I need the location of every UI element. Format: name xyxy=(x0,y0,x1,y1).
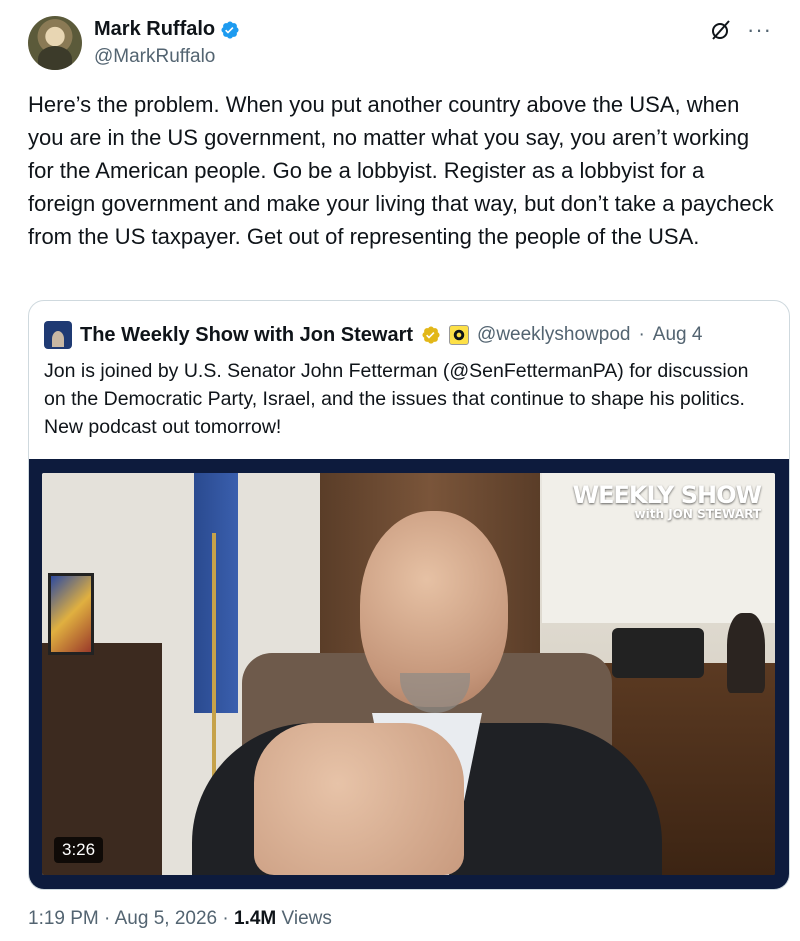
quoted-author-handle[interactable]: @weeklyshowpod xyxy=(477,324,630,346)
footer-separator: · xyxy=(222,908,234,929)
quoted-author-avatar[interactable] xyxy=(44,321,72,349)
gold-verified-badge-icon xyxy=(422,326,440,344)
show-logo-main: WEEKLY SHOW xyxy=(572,481,762,509)
author-name[interactable]: Mark Ruffalo xyxy=(94,18,215,41)
views-label: Views xyxy=(281,908,332,929)
quoted-tweet-text: Jon is joined by U.S. Senator John Fette… xyxy=(44,360,749,438)
author-avatar[interactable] xyxy=(28,16,82,70)
author-handle[interactable]: @MarkRuffalo xyxy=(94,46,215,68)
quoted-tweet-date[interactable]: Aug 4 xyxy=(653,324,703,346)
tweet-date[interactable]: Aug 5, 2026 xyxy=(115,908,217,929)
framed-picture xyxy=(48,573,94,655)
quoted-author-name[interactable]: The Weekly Show with Jon Stewart xyxy=(80,324,413,347)
video-duration: 3:26 xyxy=(54,837,104,863)
more-icon[interactable]: ··· xyxy=(747,19,772,41)
bust-statue xyxy=(727,613,765,693)
tweet-footer: 1:19 PM · Aug 5, 2026 · 1.4M Views xyxy=(28,908,332,930)
tweet-text: Here’s the problem. When you put another… xyxy=(28,92,780,249)
grok-icon[interactable] xyxy=(709,18,733,42)
meta-separator: · xyxy=(638,324,645,345)
tweet-header: Mark Ruffalo @MarkRuffalo ··· xyxy=(28,16,772,72)
desk-phone xyxy=(612,628,704,678)
tweet-time[interactable]: 1:19 PM xyxy=(28,908,99,929)
verified-badge-icon xyxy=(221,20,239,39)
show-logo: WEEKLY SHOW with JON STEWART xyxy=(572,481,762,521)
video-frame[interactable]: WEEKLY SHOW with JON STEWART 3:26 xyxy=(42,473,775,875)
flag xyxy=(194,473,238,713)
quoted-tweet-header: The Weekly Show with Jon Stewart @weekly… xyxy=(44,321,702,349)
show-logo-sub: with JON STEWART xyxy=(634,507,761,521)
quoted-tweet[interactable]: The Weekly Show with Jon Stewart @weekly… xyxy=(28,300,790,890)
affiliate-badge-icon xyxy=(449,325,470,345)
author-name-row: Mark Ruffalo xyxy=(94,18,240,41)
person-hands xyxy=(254,723,464,875)
views-count[interactable]: 1.4M xyxy=(234,908,276,929)
video-player[interactable]: WEEKLY SHOW with JON STEWART 3:26 xyxy=(29,459,789,889)
footer-separator: · xyxy=(104,908,115,929)
header-actions: ··· xyxy=(709,18,772,42)
